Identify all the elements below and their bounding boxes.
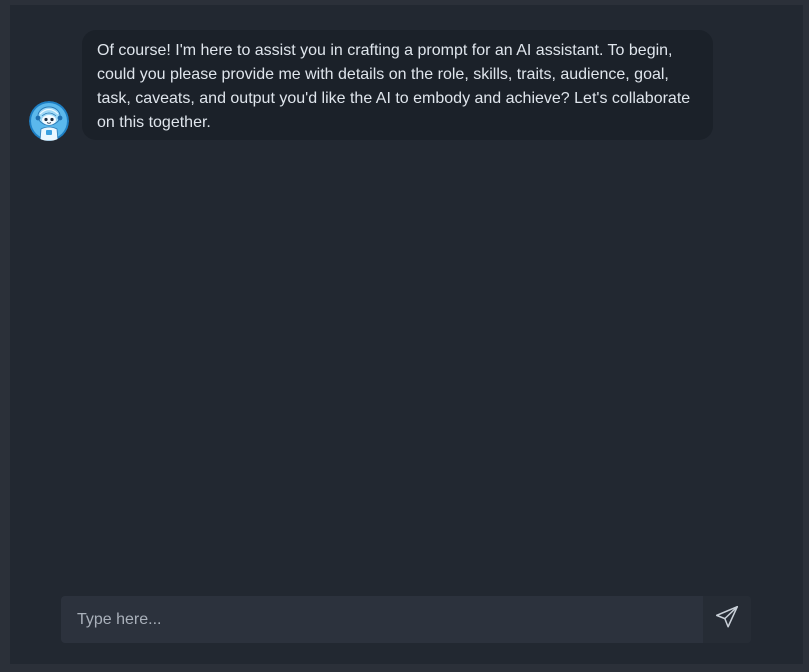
send-icon xyxy=(714,604,740,635)
send-button[interactable] xyxy=(703,596,751,643)
assistant-message-bubble: Of course! I'm here to assist you in cra… xyxy=(82,30,713,140)
robot-avatar-icon xyxy=(29,101,69,141)
message-input[interactable] xyxy=(61,596,703,643)
assistant-message-text: Of course! I'm here to assist you in cra… xyxy=(97,42,691,131)
message-composer xyxy=(61,596,751,643)
chat-window: Of course! I'm here to assist you in cra… xyxy=(10,5,803,664)
